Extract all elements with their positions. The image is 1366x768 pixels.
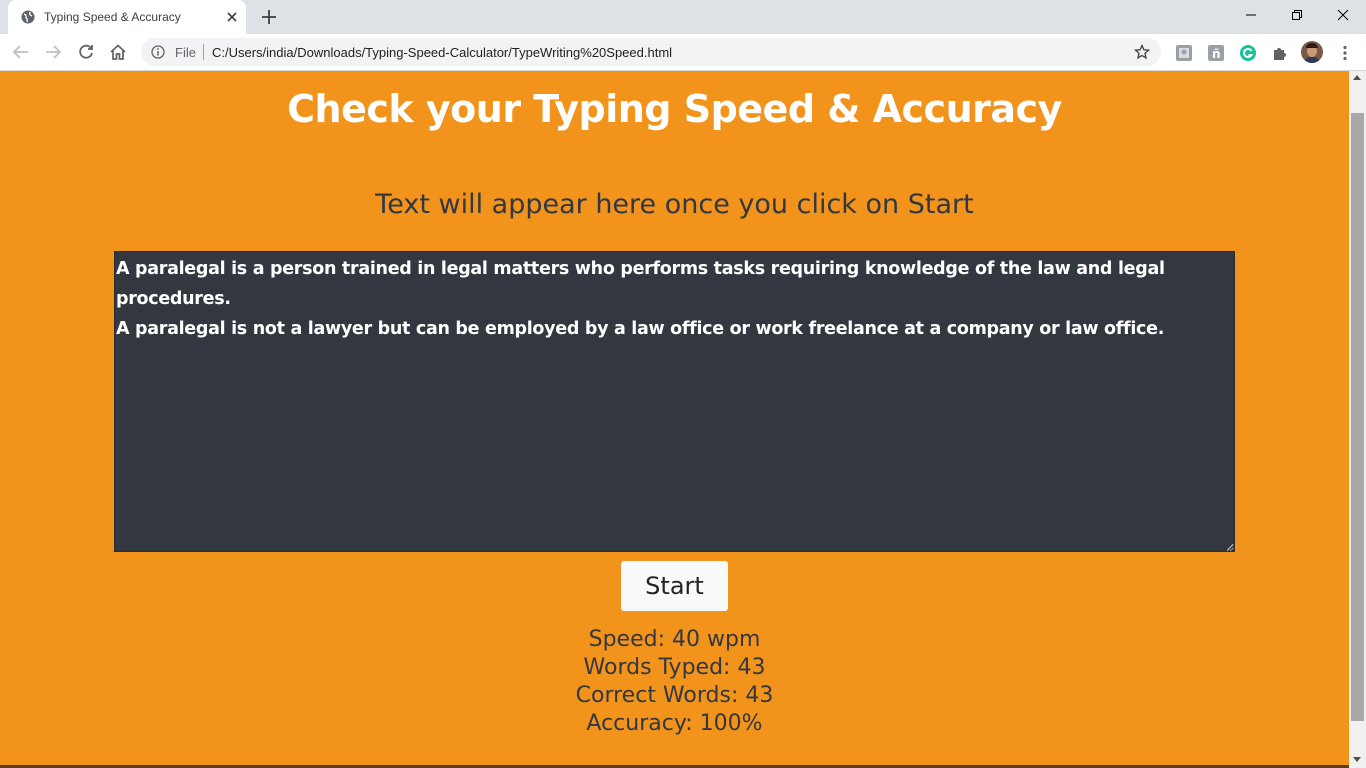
- globe-icon: [21, 10, 35, 24]
- page-viewport: Check your Typing Speed & Accuracy Text …: [0, 71, 1349, 768]
- new-tab-icon[interactable]: [260, 8, 278, 26]
- info-icon[interactable]: [151, 45, 165, 59]
- scroll-down-arrow-icon[interactable]: [1353, 757, 1361, 762]
- browser-toolbar: File C:/Users/india/Downloads/Typing-Spe…: [0, 34, 1366, 71]
- avatar[interactable]: [1301, 41, 1323, 63]
- restore-button[interactable]: [1274, 0, 1320, 30]
- words-typed-stat: Words Typed: 43: [583, 655, 766, 680]
- close-icon: [1337, 9, 1349, 21]
- extension-1-icon[interactable]: [1175, 44, 1193, 62]
- home-icon[interactable]: [109, 43, 127, 61]
- minimize-button[interactable]: [1228, 0, 1274, 30]
- stats-panel: Speed: 40 wpm Words Typed: 43 Correct Wo…: [0, 626, 1349, 738]
- address-bar[interactable]: File C:/Users/india/Downloads/Typing-Spe…: [141, 38, 1161, 66]
- omnibox-divider: [203, 44, 204, 60]
- svg-text:ñ: ñ: [1212, 47, 1221, 61]
- tab-title: Typing Speed & Accuracy: [44, 10, 181, 24]
- browser-tab[interactable]: Typing Speed & Accuracy: [8, 0, 246, 34]
- url-text[interactable]: C:/Users/india/Downloads/Typing-Speed-Ca…: [212, 45, 672, 60]
- extension-2-icon[interactable]: ñ: [1207, 44, 1225, 62]
- avatar-shirt: [1303, 57, 1321, 63]
- minimize-icon: [1246, 14, 1256, 16]
- typing-textarea[interactable]: A paralegal is a person trained in legal…: [114, 251, 1235, 552]
- kebab-menu-icon[interactable]: [1336, 44, 1354, 62]
- star-icon[interactable]: [1134, 44, 1150, 60]
- avatar-hair: [1306, 43, 1318, 48]
- accuracy-stat: Accuracy: 100%: [586, 711, 763, 736]
- arrow-right-icon[interactable]: [44, 43, 62, 61]
- close-tab-icon[interactable]: [224, 9, 240, 25]
- tab-strip: Typing Speed & Accuracy: [0, 0, 1366, 34]
- vertical-scrollbar[interactable]: [1349, 71, 1366, 768]
- resize-grip-icon[interactable]: [1225, 543, 1234, 552]
- puzzle-icon[interactable]: [1271, 44, 1289, 62]
- reload-icon[interactable]: [77, 43, 95, 61]
- correct-words-stat: Correct Words: 43: [575, 683, 774, 708]
- scheme-label: File: [175, 45, 196, 60]
- page-title: Check your Typing Speed & Accuracy: [287, 87, 1062, 131]
- scroll-thumb[interactable]: [1351, 113, 1364, 721]
- grammarly-icon[interactable]: [1239, 44, 1257, 62]
- scroll-up-arrow-icon[interactable]: [1353, 75, 1361, 80]
- restore-icon: [1292, 10, 1302, 20]
- arrow-left-icon[interactable]: [12, 43, 30, 61]
- start-button[interactable]: Start: [621, 561, 728, 611]
- prompt-text: Text will appear here once you click on …: [375, 189, 974, 220]
- close-window-button[interactable]: [1320, 0, 1366, 30]
- speed-stat: Speed: 40 wpm: [588, 627, 761, 652]
